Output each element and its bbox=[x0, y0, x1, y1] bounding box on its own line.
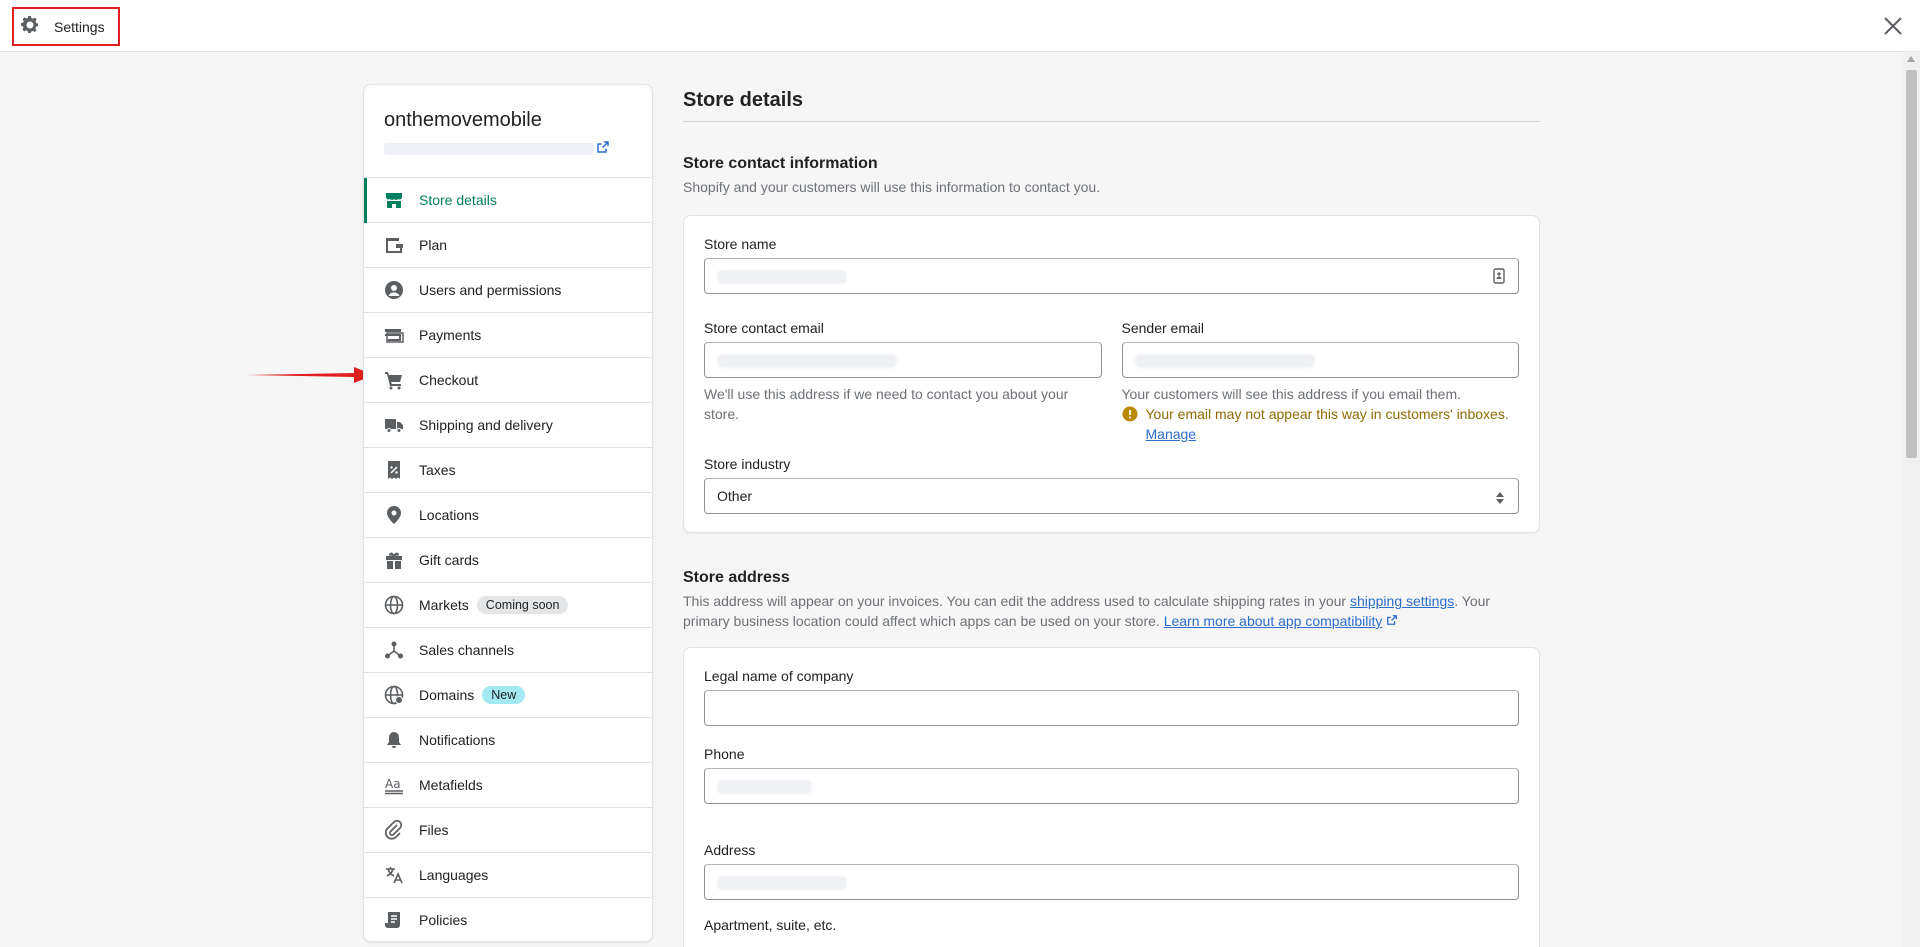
scrollbar[interactable] bbox=[1903, 52, 1920, 947]
sidebar-item-files[interactable]: Files bbox=[364, 808, 652, 853]
gift-icon bbox=[384, 550, 404, 570]
sidebar-item-metafields[interactable]: Aa Metafields bbox=[364, 763, 652, 808]
store-header: onthemovemobile bbox=[364, 85, 652, 178]
sidebar-item-users-and-permissions[interactable]: Users and permissions bbox=[364, 268, 652, 313]
settings-sidebar: onthemovemobile Store details Plan Users… bbox=[363, 84, 653, 942]
sidebar-item-notifications[interactable]: Notifications bbox=[364, 718, 652, 763]
store-url[interactable] bbox=[384, 143, 594, 155]
location-icon bbox=[384, 505, 404, 525]
sidebar-item-sales-channels[interactable]: Sales channels bbox=[364, 628, 652, 673]
contact-email-input[interactable] bbox=[704, 342, 1102, 378]
apartment-label: Apartment, suite, etc. bbox=[704, 917, 837, 933]
phone-label: Phone bbox=[704, 746, 745, 762]
address-section-desc: This address will appear on your invoice… bbox=[683, 593, 1491, 629]
address-value bbox=[717, 876, 847, 890]
contact-email-value bbox=[717, 354, 897, 368]
store-name-label: Store name bbox=[704, 236, 777, 252]
globe-icon bbox=[384, 595, 404, 615]
sidebar-item-payments[interactable]: Payments bbox=[364, 313, 652, 358]
external-link-icon[interactable] bbox=[1386, 613, 1398, 629]
main-content: Store details Store contact information … bbox=[683, 84, 1540, 947]
payments-icon bbox=[384, 325, 404, 345]
paperclip-icon bbox=[384, 820, 404, 840]
sidebar-item-store-details[interactable]: Store details bbox=[364, 178, 652, 223]
address-card: Legal name of company Phone Address Apar… bbox=[683, 647, 1540, 947]
page-title: Settings bbox=[54, 18, 105, 35]
translate-icon bbox=[384, 865, 404, 885]
app-compatibility-link[interactable]: Learn more about app compatibility bbox=[1164, 613, 1383, 629]
sender-email-label: Sender email bbox=[1121, 320, 1205, 336]
close-icon[interactable] bbox=[1880, 13, 1906, 39]
external-link-icon[interactable] bbox=[596, 140, 610, 154]
bell-icon bbox=[384, 730, 404, 750]
taxes-icon bbox=[384, 460, 404, 480]
manage-link[interactable]: Manage bbox=[1146, 426, 1197, 442]
channels-icon bbox=[384, 640, 404, 660]
sidebar-item-taxes[interactable]: Taxes bbox=[364, 448, 652, 493]
sender-email-help: Your customers will see this address if … bbox=[1121, 386, 1462, 402]
contact-card: Store name Store contact email We'll use… bbox=[683, 215, 1540, 533]
sidebar-item-plan[interactable]: Plan bbox=[364, 223, 652, 268]
policy-icon bbox=[384, 910, 404, 930]
store-name-input[interactable] bbox=[704, 258, 1519, 294]
sidebar-item-locations[interactable]: Locations bbox=[364, 493, 652, 538]
legal-name-label: Legal name of company bbox=[704, 668, 854, 684]
address-input[interactable] bbox=[704, 864, 1519, 900]
sender-email-value bbox=[1134, 354, 1315, 368]
contact-section-title: Store contact information bbox=[683, 155, 878, 172]
select-arrows-icon bbox=[1496, 491, 1504, 504]
phone-value bbox=[717, 780, 812, 794]
scroll-thumb[interactable] bbox=[1906, 70, 1917, 458]
user-icon bbox=[384, 280, 404, 300]
contact-email-label: Store contact email bbox=[704, 320, 824, 336]
warning-icon bbox=[1122, 406, 1138, 444]
sidebar-item-checkout[interactable]: Checkout bbox=[364, 358, 652, 403]
contact-section-desc: Shopify and your customers will use this… bbox=[683, 179, 1101, 195]
sidebar-item-languages[interactable]: Languages bbox=[364, 853, 652, 898]
store-industry-label: Store industry bbox=[704, 456, 791, 472]
scroll-up-arrow[interactable] bbox=[1907, 56, 1915, 62]
sidebar-item-shipping-and-delivery[interactable]: Shipping and delivery bbox=[364, 403, 652, 448]
sidebar-item-domains[interactable]: Domains New bbox=[364, 673, 652, 718]
sidebar-item-markets[interactable]: Markets Coming soon bbox=[364, 583, 652, 628]
sender-email-input[interactable] bbox=[1121, 342, 1519, 378]
top-bar: Settings bbox=[0, 0, 1920, 52]
shipping-settings-link[interactable]: shipping settings bbox=[1350, 593, 1454, 609]
store-icon bbox=[384, 190, 404, 210]
annotation-arrow bbox=[246, 367, 374, 383]
truck-icon bbox=[384, 415, 404, 435]
contact-email-help: We'll use this address if we need to con… bbox=[704, 386, 1069, 422]
metafields-icon: Aa bbox=[384, 775, 404, 795]
store-name-value bbox=[717, 270, 847, 284]
phone-input[interactable] bbox=[704, 768, 1519, 804]
address-section-title: Store address bbox=[683, 569, 790, 586]
gear-icon bbox=[20, 15, 40, 38]
sidebar-item-gift-cards[interactable]: Gift cards bbox=[364, 538, 652, 583]
status-badge: Coming soon bbox=[476, 596, 569, 614]
store-industry-select[interactable]: Other bbox=[704, 478, 1519, 514]
wallet-icon bbox=[384, 235, 404, 255]
store-details-title: Store details bbox=[683, 84, 1540, 122]
settings-header: Settings bbox=[12, 7, 120, 46]
contact-card-icon[interactable] bbox=[1492, 268, 1506, 287]
domain-globe-icon bbox=[384, 685, 404, 705]
sender-email-warning: Your email may not appear this way in cu… bbox=[1122, 404, 1520, 444]
svg-text:Aa: Aa bbox=[385, 777, 401, 791]
new-badge: New bbox=[482, 686, 526, 704]
sidebar-item-policies[interactable]: Policies bbox=[364, 898, 652, 941]
address-label: Address bbox=[704, 842, 756, 858]
store-name: onthemovemobile bbox=[384, 109, 542, 131]
cart-icon bbox=[384, 370, 404, 390]
legal-name-input[interactable] bbox=[704, 690, 1519, 726]
